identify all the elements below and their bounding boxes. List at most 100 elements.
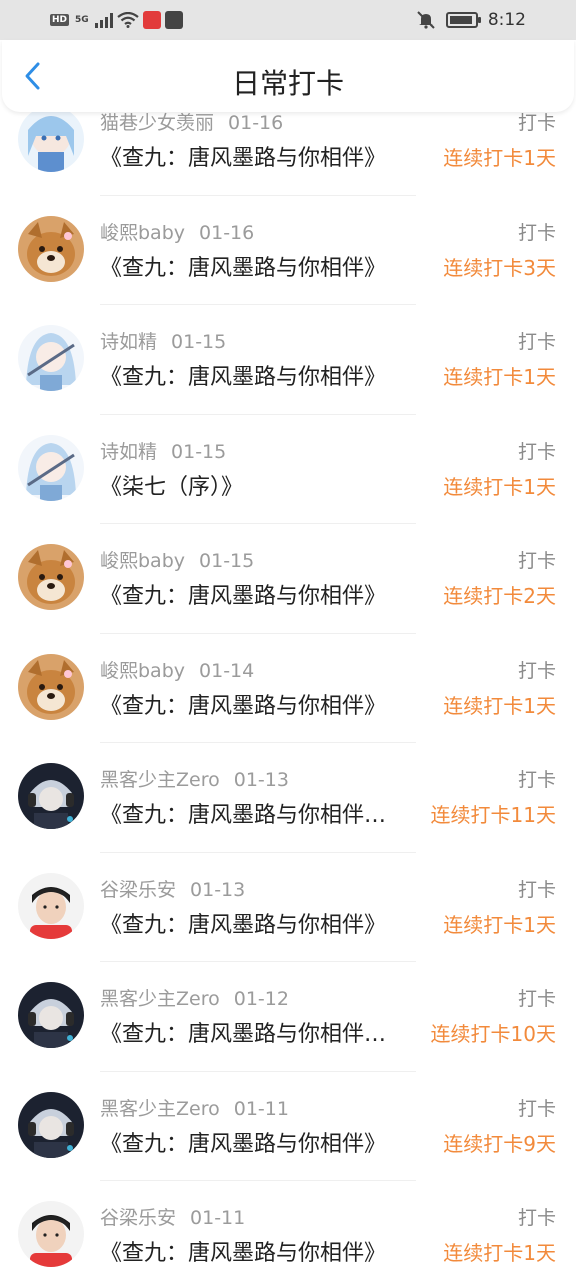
streak-label: 连续打卡1天 (443, 693, 556, 718)
entry-date: 01-11 (233, 1097, 289, 1120)
entry-meta: 诗如精 01-15 (100, 327, 226, 354)
entry-date: 01-13 (190, 878, 246, 901)
avatar[interactable] (18, 1091, 84, 1158)
book-title[interactable]: 《柒七（序）》 (100, 469, 418, 501)
streak-label: 连续打卡1天 (443, 1241, 556, 1265)
streak-label: 连续打卡3天 (443, 255, 556, 280)
action-label: 打卡 (517, 221, 556, 244)
username[interactable]: 黑客少主Zero (100, 1098, 220, 1120)
avatar[interactable] (18, 434, 84, 501)
list-item[interactable]: 黑客少主Zero 01-13 打卡《查九：唐风墨路与你相伴… 连续打卡11天 (0, 743, 576, 853)
hd-badge: HD (50, 14, 70, 26)
entry-meta: 峻熙baby 01-14 (100, 656, 254, 683)
streak-label: 连续打卡1天 (443, 474, 556, 499)
username[interactable]: 峻熙baby (100, 550, 185, 572)
action-label: 打卡 (517, 440, 556, 463)
entry-date: 01-15 (199, 550, 255, 572)
action-label: 打卡 (517, 769, 556, 791)
book-title[interactable]: 《查九：唐风墨路与你相伴》 (100, 359, 418, 391)
entry-date: 01-13 (233, 769, 289, 791)
avatar[interactable] (18, 1201, 84, 1267)
avatar[interactable] (18, 215, 84, 282)
list-item[interactable]: 谷梁乐安 01-11 打卡《查九：唐风墨路与你相伴》 连续打卡1天 (0, 1181, 576, 1280)
streak-label: 连续打卡11天 (430, 803, 556, 827)
book-title[interactable]: 《查九：唐风墨路与你相伴… (100, 1016, 418, 1048)
action-label: 打卡 (517, 988, 556, 1010)
username[interactable]: 谷梁乐安 (100, 1207, 176, 1229)
action-label: 打卡 (517, 1207, 556, 1229)
entry-meta: 诗如精 01-15 (100, 437, 226, 464)
signal-icon (94, 12, 113, 28)
list-item[interactable]: 谷梁乐安 01-13 打卡《查九：唐风墨路与你相伴》 连续打卡1天 (0, 853, 576, 962)
streak-label: 连续打卡2天 (443, 584, 556, 608)
avatar[interactable] (18, 544, 84, 610)
book-title[interactable]: 《查九：唐风墨路与你相伴》 (100, 140, 418, 172)
entry-date: 01-11 (190, 1207, 246, 1229)
list-item[interactable]: 峻熙baby 01-14 打卡 《查九：唐风墨路与你相伴》 连续打卡1天 (0, 634, 576, 743)
entry-meta: 黑客少主Zero 01-11 (100, 1094, 289, 1121)
username[interactable]: 诗如精 (100, 441, 157, 463)
book-title[interactable]: 《查九：唐风墨路与你相伴》 (100, 688, 418, 720)
entry-date: 01-15 (171, 331, 227, 353)
list-item[interactable]: 猫巷少女羡丽 01-16 打卡《查九：唐风墨路与你相伴》 连续打卡1天 (0, 112, 576, 196)
status-time: 8:12 (487, 10, 526, 30)
avatar[interactable] (18, 112, 84, 172)
streak-label: 连续打卡10天 (430, 1022, 556, 1046)
entry-meta: 峻熙baby 01-15 (100, 546, 254, 573)
list-item[interactable]: 峻熙baby 01-16 打卡《查九：唐风墨路与你相伴》 连续打卡3天 (0, 196, 576, 305)
action-label: 打卡 (517, 550, 556, 572)
avatar[interactable] (18, 653, 84, 720)
username[interactable]: 峻熙baby (100, 660, 185, 682)
action-label: 打卡 (517, 331, 556, 353)
action-label: 打卡 (517, 878, 556, 901)
list-item[interactable]: 黑客少主Zero 01-12 打卡《查九：唐风墨路与你相伴… 连续打卡10天 (0, 962, 576, 1072)
username[interactable]: 诗如精 (100, 331, 157, 353)
entry-date: 01-16 (199, 221, 255, 244)
book-title[interactable]: 《查九：唐风墨路与你相伴… (100, 797, 418, 829)
entry-meta: 黑客少主Zero 01-12 (100, 984, 289, 1011)
status-left-icons: HD 5G (50, 8, 183, 32)
entry-meta: 峻熙baby 01-16 (100, 218, 254, 245)
list-item[interactable]: 诗如精 01-15 打卡《查九：唐风墨路与你相伴》 连续打卡1天 (0, 305, 576, 415)
book-title[interactable]: 《查九：唐风墨路与你相伴》 (100, 1235, 418, 1267)
status-right-icons: 8:12 (416, 8, 526, 32)
app-notification-icon (142, 11, 161, 29)
entry-meta: 猫巷少女羡丽 01-16 (100, 112, 283, 135)
username[interactable]: 猫巷少女羡丽 (100, 112, 214, 134)
page-title: 日常打卡 (231, 67, 344, 100)
battery-icon (445, 12, 481, 28)
avatar[interactable] (18, 982, 84, 1048)
username[interactable]: 谷梁乐安 (100, 879, 176, 901)
action-label: 打卡 (517, 112, 556, 134)
streak-label: 连续打卡1天 (443, 365, 556, 389)
list-item[interactable]: 黑客少主Zero 01-11 打卡《查九：唐风墨路与你相伴》 连续打卡9天 (0, 1072, 576, 1181)
book-title[interactable]: 《查九：唐风墨路与你相伴》 (100, 578, 418, 610)
avatar[interactable] (18, 763, 84, 829)
book-title[interactable]: 《查九：唐风墨路与你相伴》 (100, 1126, 418, 1158)
status-bar: HD 5G 8:12 (0, 0, 576, 40)
entry-meta: 谷梁乐安 01-13 (100, 875, 245, 902)
network-badge: 5G (75, 15, 89, 25)
wifi-icon (116, 12, 139, 28)
entry-date: 01-16 (228, 112, 284, 134)
page-header: 日常打卡 (2, 40, 574, 112)
checkin-list[interactable]: 猫巷少女羡丽 01-16 打卡 《查九：唐风墨路与你相伴》 连续打卡1天 峻熙baby 01… (0, 112, 576, 1280)
book-title[interactable]: 《查九：唐风墨路与你相伴》 (100, 250, 418, 282)
bell-muted-icon (417, 11, 435, 29)
streak-label: 连续打卡9天 (443, 1131, 556, 1156)
avatar[interactable] (18, 325, 84, 391)
entry-date: 01-12 (233, 988, 289, 1010)
username[interactable]: 峻熙baby (100, 222, 185, 244)
avatar[interactable] (18, 872, 84, 939)
username[interactable]: 黑客少主Zero (100, 769, 220, 791)
list-item[interactable]: 诗如精 01-15 打卡《柒七（序）》 连续打卡1天 (0, 415, 576, 524)
action-label: 打卡 (517, 1097, 556, 1120)
entry-date: 01-14 (199, 659, 255, 682)
list-item[interactable]: 峻熙baby 01-15 打卡《查九：唐风墨路与你相伴》 连续打卡2天 (0, 524, 576, 634)
calendar-icon (164, 11, 183, 29)
username[interactable]: 黑客少主Zero (100, 988, 220, 1010)
streak-label: 连续打卡1天 (443, 912, 556, 937)
streak-label: 连续打卡1天 (443, 146, 556, 170)
entry-meta: 黑客少主Zero 01-13 (100, 765, 289, 792)
book-title[interactable]: 《查九：唐风墨路与你相伴》 (100, 907, 418, 939)
